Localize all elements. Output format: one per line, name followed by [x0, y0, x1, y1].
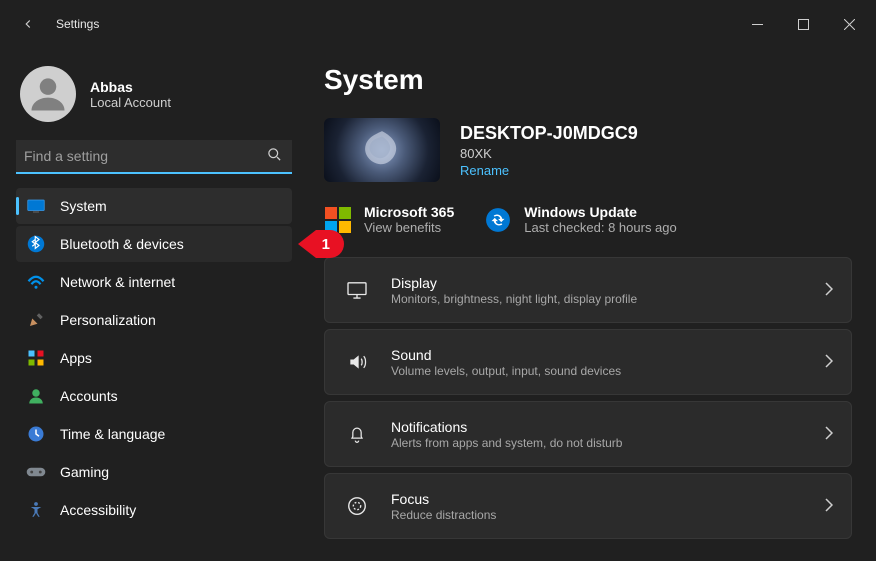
desktop-wallpaper-thumb[interactable] [324, 118, 440, 182]
device-summary: DESKTOP-J0MDGC9 80XK Rename [324, 118, 852, 182]
sidebar-item-label: Network & internet [60, 274, 175, 290]
tile-subtitle: Monitors, brightness, night light, displ… [391, 292, 825, 306]
user-icon [26, 72, 70, 116]
window-controls [734, 8, 872, 40]
update-sub: Last checked: 8 hours ago [524, 220, 677, 235]
user-block[interactable]: Abbas Local Account [16, 56, 292, 140]
accounts-icon [26, 386, 46, 406]
search-box[interactable] [16, 140, 292, 174]
user-name: Abbas [90, 79, 171, 95]
maximize-icon [798, 19, 809, 30]
sidebar-item-system[interactable]: System [16, 188, 292, 224]
annotation-callout: 1 [298, 230, 344, 258]
chevron-right-icon [825, 354, 833, 371]
callout-badge: 1 [316, 230, 344, 258]
page-title: System [324, 64, 852, 96]
network-icon [26, 272, 46, 292]
close-icon [844, 19, 855, 30]
sidebar-item-time[interactable]: Time & language [16, 416, 292, 452]
focus-icon [343, 495, 371, 517]
system-icon [26, 196, 46, 216]
ms365-title: Microsoft 365 [364, 204, 454, 220]
sidebar-item-label: System [60, 198, 107, 214]
close-button[interactable] [826, 8, 872, 40]
gaming-icon [26, 462, 46, 482]
sidebar-item-label: Personalization [60, 312, 156, 328]
arrow-left-icon [21, 17, 35, 31]
user-account-type: Local Account [90, 95, 171, 110]
time-icon [26, 424, 46, 444]
search-icon [267, 147, 282, 165]
settings-tile-list: DisplayMonitors, brightness, night light… [324, 257, 852, 539]
chevron-right-icon [825, 282, 833, 299]
nav-list: System Bluetooth & devices1 Network & inte… [16, 188, 292, 528]
accessibility-icon [26, 500, 46, 520]
bluetooth-icon [26, 234, 46, 254]
sidebar-item-label: Apps [60, 350, 92, 366]
minimize-icon [752, 19, 763, 30]
window-title: Settings [56, 17, 99, 31]
chevron-right-icon [825, 498, 833, 515]
settings-tile-sound[interactable]: SoundVolume levels, output, input, sound… [324, 329, 852, 395]
sidebar-item-bluetooth[interactable]: Bluetooth & devices1 [16, 226, 292, 262]
sidebar-item-label: Gaming [60, 464, 109, 480]
tile-subtitle: Volume levels, output, input, sound devi… [391, 364, 825, 378]
sidebar-item-label: Time & language [60, 426, 165, 442]
sidebar-item-personalization[interactable]: Personalization [16, 302, 292, 338]
update-icon [484, 206, 512, 234]
tile-subtitle: Reduce distractions [391, 508, 825, 522]
tile-title: Display [391, 275, 825, 291]
notifications-icon [343, 423, 371, 445]
tile-title: Focus [391, 491, 825, 507]
personalization-icon [26, 310, 46, 330]
tile-title: Sound [391, 347, 825, 363]
titlebar: Settings [0, 0, 876, 48]
update-title: Windows Update [524, 204, 677, 220]
ms365-sub: View benefits [364, 220, 454, 235]
settings-tile-focus[interactable]: FocusReduce distractions [324, 473, 852, 539]
sidebar-item-label: Accounts [60, 388, 118, 404]
back-button[interactable] [12, 8, 44, 40]
device-name: DESKTOP-J0MDGC9 [460, 123, 638, 144]
device-model: 80XK [460, 146, 638, 161]
windows-update-card[interactable]: Windows Update Last checked: 8 hours ago [484, 204, 677, 235]
display-icon [343, 281, 371, 299]
sidebar-item-gaming[interactable]: Gaming [16, 454, 292, 490]
sidebar-item-network[interactable]: Network & internet [16, 264, 292, 300]
sidebar-item-accounts[interactable]: Accounts [16, 378, 292, 414]
tile-title: Notifications [391, 419, 825, 435]
sidebar-item-apps[interactable]: Apps [16, 340, 292, 376]
sidebar-item-label: Bluetooth & devices [60, 236, 184, 252]
maximize-button[interactable] [780, 8, 826, 40]
sidebar: Abbas Local Account System Bluetooth & de… [0, 48, 300, 561]
main-panel: System DESKTOP-J0MDGC9 80XK Rename M [300, 48, 876, 561]
search-input[interactable] [24, 148, 258, 164]
avatar [20, 66, 76, 122]
minimize-button[interactable] [734, 8, 780, 40]
settings-tile-notifications[interactable]: NotificationsAlerts from apps and system… [324, 401, 852, 467]
rename-link[interactable]: Rename [460, 163, 638, 178]
bloom-icon [355, 123, 409, 177]
sound-icon [343, 352, 371, 372]
tile-subtitle: Alerts from apps and system, do not dist… [391, 436, 825, 450]
settings-tile-display[interactable]: DisplayMonitors, brightness, night light… [324, 257, 852, 323]
sidebar-item-label: Accessibility [60, 502, 136, 518]
sidebar-item-accessibility[interactable]: Accessibility [16, 492, 292, 528]
chevron-right-icon [825, 426, 833, 443]
apps-icon [26, 348, 46, 368]
